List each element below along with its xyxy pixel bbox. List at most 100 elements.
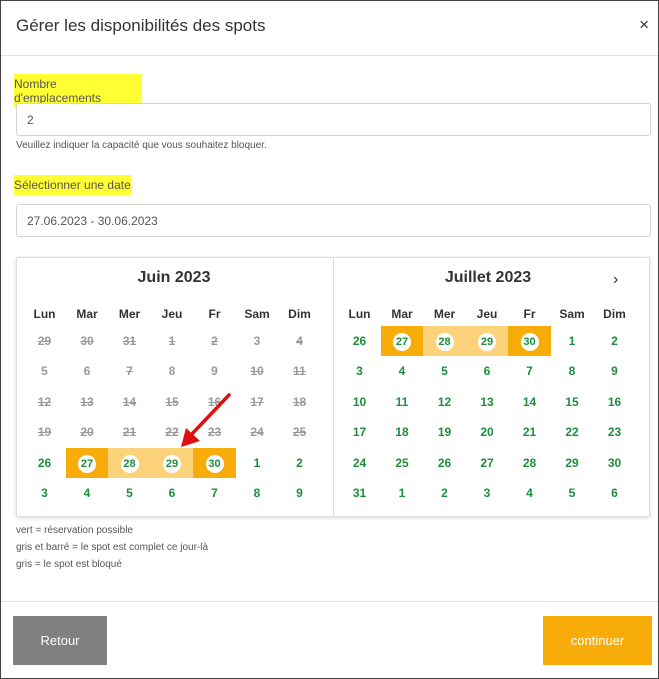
calendar-day: 29 xyxy=(37,334,52,348)
calendar-day[interactable]: 21 xyxy=(508,417,551,447)
date-label: Sélectionner une date xyxy=(14,175,131,195)
calendar-day: 13 xyxy=(80,394,94,409)
calendar-day[interactable]: 7 xyxy=(193,478,236,508)
calendar-day[interactable]: 24 xyxy=(338,448,381,478)
calendar-day[interactable]: 14 xyxy=(508,387,551,417)
legend-blocked: gris = le spot est bloqué xyxy=(16,559,122,570)
calendar-day[interactable]: 8 xyxy=(551,356,594,386)
calendar-day[interactable]: 10 xyxy=(338,387,381,417)
calendar-day[interactable]: 6 xyxy=(593,478,636,508)
calendar-day[interactable]: 1 xyxy=(551,326,594,356)
calendar-day[interactable]: 11 xyxy=(381,387,424,417)
legend-full: gris et barré = le spot est complet ce j… xyxy=(16,542,209,553)
calendar-day: 18 xyxy=(292,394,307,409)
calendar-day[interactable]: 4 xyxy=(381,356,424,386)
calendar-day[interactable]: 13 xyxy=(466,387,509,417)
calendar-day[interactable]: 28 xyxy=(508,448,551,478)
calendar-divider xyxy=(333,258,334,516)
selected-day-label: 29 xyxy=(478,333,496,351)
calendar-day[interactable]: 9 xyxy=(593,356,636,386)
calendar-day[interactable]: 3 xyxy=(338,356,381,386)
calendar-day[interactable]: 31 xyxy=(338,478,381,508)
availability-modal: Gérer les disponibilités des spots × Nom… xyxy=(0,0,659,679)
next-month-icon[interactable]: › xyxy=(613,271,618,289)
weekday-header: Dim xyxy=(288,307,311,321)
calendar-day[interactable]: 5 xyxy=(423,356,466,386)
calendar-day: 3 xyxy=(253,334,261,348)
calendar-day[interactable]: 15 xyxy=(551,387,594,417)
calendar-day[interactable]: 6 xyxy=(151,478,194,508)
date-range-input[interactable]: 27.06.2023 - 30.06.2023 xyxy=(16,204,651,237)
back-button[interactable]: Retour xyxy=(13,616,107,665)
calendar-day[interactable]: 30 xyxy=(193,447,236,478)
calendar-day[interactable]: 3 xyxy=(466,478,509,508)
calendar-day: 16 xyxy=(207,394,222,409)
calendar-day[interactable]: 4 xyxy=(66,478,109,508)
calendar-day[interactable]: 28 xyxy=(108,447,151,478)
calendar-day[interactable]: 30 xyxy=(508,326,551,356)
calendar-day[interactable]: 2 xyxy=(278,448,321,478)
calendar-day: 17 xyxy=(250,394,264,409)
calendar-day[interactable]: 25 xyxy=(381,448,424,478)
modal-header: Gérer les disponibilités des spots × xyxy=(1,1,658,56)
selected-day-label: 28 xyxy=(120,454,139,473)
calendar-day[interactable]: 20 xyxy=(466,417,509,447)
calendar-day[interactable]: 22 xyxy=(551,417,594,447)
weekday-header: Jeu xyxy=(476,307,498,321)
calendar-day[interactable]: 29 xyxy=(465,326,509,356)
calendar-day[interactable]: 2 xyxy=(593,326,636,356)
weekday-header: Fr xyxy=(523,307,536,321)
selected-day-label: 28 xyxy=(435,333,454,351)
calendar-day[interactable]: 30 xyxy=(593,448,636,478)
calendar-day[interactable]: 4 xyxy=(508,478,551,508)
calendar-day[interactable]: 1 xyxy=(381,478,424,508)
calendar-day[interactable]: 19 xyxy=(423,417,466,447)
calendar-day[interactable]: 27 xyxy=(65,447,109,478)
calendar-day[interactable]: 23 xyxy=(593,417,636,447)
weekday-header: Mer xyxy=(118,307,141,321)
calendar-day[interactable]: 5 xyxy=(551,478,594,508)
weekday-header: Jeu xyxy=(161,307,183,321)
close-icon[interactable]: × xyxy=(639,15,649,35)
calendar-day[interactable]: 12 xyxy=(423,387,466,417)
capacity-input[interactable]: 2 xyxy=(16,103,651,136)
calendar-day[interactable]: 9 xyxy=(278,478,321,508)
calendar-day[interactable]: 6 xyxy=(466,356,509,386)
calendar-day[interactable]: 29 xyxy=(150,447,194,478)
calendar-day[interactable]: 26 xyxy=(423,448,466,478)
selected-day-label: 29 xyxy=(163,454,181,473)
weekday-header: Sam xyxy=(244,307,270,321)
calendar-day[interactable]: 2 xyxy=(423,478,466,508)
calendar-day: 9 xyxy=(211,364,218,379)
weekday-header: Lun xyxy=(33,307,56,321)
calendar-day: 7 xyxy=(126,364,133,379)
calendar-day: 6 xyxy=(83,364,91,379)
continue-button[interactable]: continuer xyxy=(543,616,652,665)
calendar-day: 23 xyxy=(207,425,222,440)
calendar-day[interactable]: 1 xyxy=(236,448,279,478)
calendar-day[interactable]: 7 xyxy=(508,356,551,386)
calendar-day[interactable]: 8 xyxy=(236,478,279,508)
calendar-day[interactable]: 28 xyxy=(423,326,466,356)
calendar-day: 21 xyxy=(122,425,137,440)
calendar-day: 14 xyxy=(122,394,137,409)
capacity-help: Veuillez indiquer la capacité que vous s… xyxy=(16,140,267,151)
calendar-day[interactable]: 26 xyxy=(23,448,66,478)
weekday-header: Fr xyxy=(208,307,221,321)
calendar-day[interactable]: 27 xyxy=(380,326,424,356)
calendar-day[interactable]: 5 xyxy=(108,478,151,508)
calendar-day[interactable]: 26 xyxy=(338,326,381,356)
calendar-day: 25 xyxy=(292,425,307,440)
weekday-header: Mar xyxy=(76,307,98,321)
calendar-day: 2 xyxy=(211,334,218,348)
weekday-header: Dim xyxy=(603,307,626,321)
calendar-day[interactable]: 29 xyxy=(551,448,594,478)
calendar-day[interactable]: 27 xyxy=(466,448,509,478)
calendar-day[interactable]: 17 xyxy=(338,417,381,447)
calendar-day[interactable]: 16 xyxy=(593,387,636,417)
modal-title: Gérer les disponibilités des spots xyxy=(16,16,266,35)
calendar-day[interactable]: 18 xyxy=(381,417,424,447)
weekday-header: Sam xyxy=(559,307,585,321)
calendar-day[interactable]: 3 xyxy=(23,478,66,508)
weekday-header: Mar xyxy=(391,307,413,321)
